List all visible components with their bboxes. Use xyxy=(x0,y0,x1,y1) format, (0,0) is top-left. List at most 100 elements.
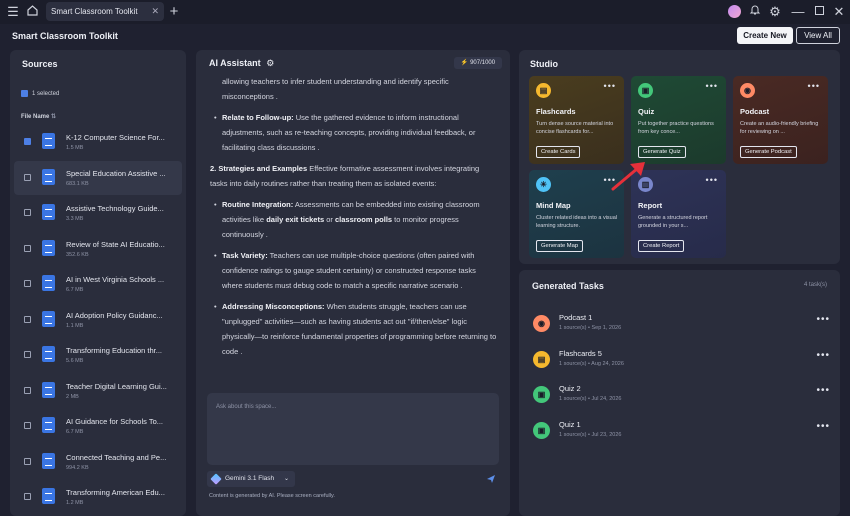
model-selector[interactable]: Gemini 3.1 Flash ⌄ xyxy=(207,471,295,487)
card-description: Generate a structured report grounded in… xyxy=(638,215,708,229)
source-name: AI in West Virginia Schools ... xyxy=(66,275,165,284)
file-name-sort-header[interactable]: File Name ⇅ xyxy=(21,113,56,120)
studio-title: Studio xyxy=(530,59,558,69)
document-icon xyxy=(42,310,55,327)
source-item[interactable]: Assistive Technology Guide... 3.3 MB xyxy=(14,196,182,230)
source-item[interactable]: Special Education Assistive ... 683.1 KB xyxy=(14,160,182,195)
settings-gear-icon[interactable]: ⚙ xyxy=(266,58,274,68)
model-name: Gemini 3.1 Flash xyxy=(225,475,275,482)
source-item[interactable]: K-12 Computer Science For... 1.5 MB xyxy=(14,125,182,159)
view-all-button[interactable]: View All xyxy=(796,27,840,44)
plus-icon[interactable]: + xyxy=(166,4,182,20)
home-icon[interactable] xyxy=(24,4,40,20)
maximize-icon[interactable] xyxy=(811,4,827,20)
lightning-icon: ⚡ xyxy=(460,60,469,66)
chat-bullet: Routine Integration: Assessments can be … xyxy=(210,197,498,242)
source-item[interactable]: Transforming American Edu... 1.2 MB xyxy=(14,480,182,514)
more-options-icon[interactable]: ••• xyxy=(604,81,616,91)
card-action-button[interactable]: Generate Map xyxy=(536,240,584,252)
task-item[interactable]: ◉ Podcast 1 1 source(s) • Sep 1, 2026 ••• xyxy=(530,312,830,342)
source-checkbox[interactable] xyxy=(24,209,31,216)
select-all-toggle[interactable]: 1 selected xyxy=(21,90,59,97)
gemini-icon xyxy=(210,473,222,485)
browser-tab[interactable]: Smart Classroom Toolkit ✕ xyxy=(46,2,164,21)
task-name: Flashcards 5 xyxy=(559,348,602,358)
task-item[interactable]: ▣ Quiz 2 1 source(s) • Jul 24, 2026 ••• xyxy=(530,383,830,413)
source-checkbox[interactable] xyxy=(24,493,31,500)
source-checkbox[interactable] xyxy=(24,280,31,287)
source-checkbox[interactable] xyxy=(24,457,31,465)
title-bar: ☰ Smart Classroom Toolkit ✕ + ⚙ — ✕ xyxy=(0,0,850,24)
source-item[interactable]: AI in West Virginia Schools ... 6.7 MB xyxy=(14,267,182,301)
source-item[interactable]: Connected Teaching and Pe... 994.2 KB xyxy=(14,445,182,479)
source-item[interactable]: Review of State AI Educatio... 352.6 KB xyxy=(14,232,182,266)
create-new-button[interactable]: Create New xyxy=(737,27,793,44)
bell-icon[interactable] xyxy=(747,4,763,20)
source-size: 994.2 KB xyxy=(66,464,89,471)
task-meta: 1 source(s) • Sep 1, 2026 xyxy=(559,325,622,331)
token-count: 907/1000 xyxy=(470,60,496,66)
document-icon xyxy=(42,346,55,362)
source-name: Special Education Assistive ... xyxy=(66,168,166,178)
card-title: Quiz xyxy=(638,107,655,116)
close-tab-icon[interactable]: ✕ xyxy=(151,2,159,21)
source-item[interactable]: Transforming Education thr... 5.6 MB xyxy=(14,338,182,372)
bullet-label: Addressing Misconceptions: xyxy=(222,302,325,311)
source-item[interactable]: AI Guidance for Schools To... 6.7 MB xyxy=(14,409,182,443)
send-icon[interactable] xyxy=(486,474,496,487)
chat-bullet: Addressing Misconceptions: When students… xyxy=(210,299,498,359)
source-checkbox[interactable] xyxy=(24,173,31,181)
minimize-icon[interactable]: — xyxy=(790,4,806,20)
more-options-icon[interactable]: ••• xyxy=(816,314,830,325)
source-name: K-12 Computer Science For... xyxy=(66,133,165,142)
document-icon xyxy=(42,275,55,291)
more-options-icon[interactable]: ••• xyxy=(816,385,830,396)
task-item[interactable]: ▤ Flashcards 5 1 source(s) • Aug 24, 2026 •… xyxy=(530,348,830,378)
document-icon xyxy=(42,168,55,185)
more-options-icon[interactable]: ••• xyxy=(816,421,830,432)
generated-tasks-panel: Generated Tasks 4 task(s) ◉ Podcast 1 1 so… xyxy=(519,270,840,516)
source-checkbox[interactable] xyxy=(24,138,31,145)
studio-panel: Studio ▤ ••• Flashcards Turn dense source m… xyxy=(519,50,840,264)
task-item[interactable]: ▣ Quiz 1 1 source(s) • Jul 23, 2026 ••• xyxy=(530,419,830,449)
close-icon[interactable]: ✕ xyxy=(831,4,847,20)
bullet-bold: classroom polls xyxy=(334,215,393,224)
card-action-button[interactable]: Generate Quiz xyxy=(638,146,686,158)
card-action-button[interactable]: Generate Podcast xyxy=(740,146,797,158)
source-checkbox[interactable] xyxy=(24,244,31,252)
card-title: Report xyxy=(638,201,663,210)
bullet-bold: daily exit tickets xyxy=(266,215,325,224)
card-title: Flashcards xyxy=(536,107,576,116)
more-options-icon[interactable]: ••• xyxy=(816,350,830,361)
select-all-checkbox[interactable] xyxy=(21,90,28,97)
source-name: AI Adoption Policy Guidanc... xyxy=(66,310,163,320)
source-item[interactable]: Teacher Digital Learning Gui... 2 MB xyxy=(14,374,182,408)
ai-disclaimer: Content is generated by AI. Please scree… xyxy=(209,493,335,499)
source-checkbox[interactable] xyxy=(24,386,31,394)
chevron-down-icon: ⌄ xyxy=(283,476,289,482)
source-checkbox[interactable] xyxy=(24,315,31,323)
studio-card-podcast: ◉ ••• Podcast Create an audio-friendly brie… xyxy=(733,76,828,164)
chat-input-placeholder: Ask about this space... xyxy=(216,404,277,410)
sources-title: Sources xyxy=(22,59,58,69)
source-checkbox[interactable] xyxy=(24,351,31,358)
more-options-icon[interactable]: ••• xyxy=(706,175,718,185)
more-options-icon[interactable]: ••• xyxy=(706,81,718,91)
document-icon xyxy=(42,488,55,504)
source-size: 2 MB xyxy=(66,393,79,400)
more-options-icon[interactable]: ••• xyxy=(808,81,820,91)
chat-input[interactable]: Ask about this space... xyxy=(207,393,499,465)
source-item[interactable]: AI Adoption Policy Guidanc... 1.1 MB xyxy=(14,303,182,337)
studio-card-quiz: ▣ ••• Quiz Put together practice questions … xyxy=(631,76,726,164)
menu-icon[interactable]: ☰ xyxy=(5,4,21,20)
avatar[interactable] xyxy=(728,5,741,18)
gear-icon[interactable]: ⚙ xyxy=(767,4,783,20)
card-description: Turn dense source material into concise … xyxy=(536,121,614,135)
app-title: Smart Classroom Toolkit xyxy=(12,31,118,41)
card-action-button[interactable]: Create Report xyxy=(638,240,685,252)
podcast-icon: ◉ xyxy=(740,83,755,98)
chat-response: allowing teachers to infer student under… xyxy=(210,74,498,365)
source-checkbox[interactable] xyxy=(24,422,31,429)
studio-card-flashcards: ▤ ••• Flashcards Turn dense source material… xyxy=(529,76,624,164)
card-action-button[interactable]: Create Cards xyxy=(536,146,581,158)
